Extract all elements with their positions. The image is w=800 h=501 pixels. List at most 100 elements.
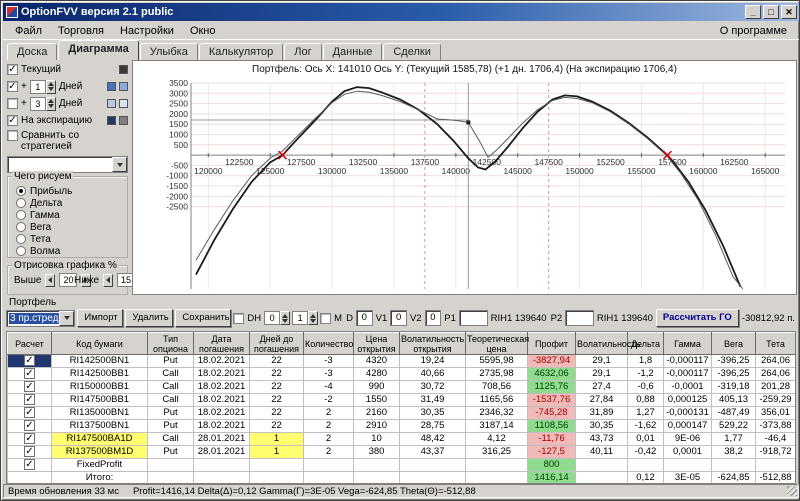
cell-delta[interactable]: -1,62 xyxy=(628,420,664,433)
resize-grip[interactable] xyxy=(787,486,797,496)
cell-vega[interactable]: -487,49 xyxy=(712,407,756,420)
cell-code[interactable]: RI150000BB1 xyxy=(52,381,148,394)
cell-code[interactable]: RI137500BM1D xyxy=(52,446,148,459)
cell-date[interactable] xyxy=(194,472,250,484)
cell-price[interactable]: 4320 xyxy=(354,355,400,368)
cell-vol[interactable]: 29,1 xyxy=(576,355,628,368)
radio-icon[interactable] xyxy=(16,198,26,208)
row-checkbox[interactable]: ✓ xyxy=(24,394,35,405)
cell-profit[interactable]: 1108,56 xyxy=(528,420,576,433)
cell-type[interactable]: Call xyxy=(148,381,194,394)
cell-vol[interactable] xyxy=(576,472,628,484)
spinner-arrows-icon[interactable] xyxy=(46,80,56,94)
cell-code[interactable]: RI147500BA1D xyxy=(52,433,148,446)
row-checkbox[interactable]: ✓ xyxy=(24,355,35,366)
cell-vol[interactable]: 31,89 xyxy=(576,407,628,420)
cell-date[interactable]: 18.02.2021 xyxy=(194,407,250,420)
cell-delta[interactable]: 1,27 xyxy=(628,407,664,420)
cell-type[interactable]: Call xyxy=(148,368,194,381)
cell-qty[interactable]: 2 xyxy=(304,420,354,433)
cell-date[interactable]: 28.01.2021 xyxy=(194,433,250,446)
d-field[interactable]: 0 xyxy=(356,310,373,326)
cell-vol_open[interactable]: 48,42 xyxy=(400,433,466,446)
cell-profit[interactable]: -1537,76 xyxy=(528,394,576,407)
cell-qty[interactable]: 2 xyxy=(304,446,354,459)
cell-profit[interactable]: 1125,76 xyxy=(528,381,576,394)
cell-code[interactable]: RI147500BB1 xyxy=(52,394,148,407)
calc-checkbox-cell[interactable]: ✓ xyxy=(8,368,52,381)
calc-checkbox-cell[interactable]: ✓ xyxy=(8,394,52,407)
spin-left-button[interactable] xyxy=(103,274,113,287)
cell-gamma[interactable]: 0,000125 xyxy=(664,394,712,407)
tab-Данные[interactable]: Данные xyxy=(323,43,383,60)
menu-about[interactable]: О программе xyxy=(712,24,795,38)
cell-vol[interactable]: 30,35 xyxy=(576,420,628,433)
compare-strategy-option[interactable]: Сравнить со стратегией xyxy=(7,130,128,154)
calc-checkbox-cell[interactable]: ✓ xyxy=(8,433,52,446)
cell-theo[interactable] xyxy=(466,459,528,472)
cell-vol_open[interactable] xyxy=(400,459,466,472)
row-checkbox[interactable]: ✓ xyxy=(24,381,35,392)
cell-delta[interactable]: 0,12 xyxy=(628,472,664,484)
row-checkbox[interactable]: ✓ xyxy=(24,446,35,457)
cell-date[interactable]: 18.02.2021 xyxy=(194,355,250,368)
cell-theta[interactable]: -259,29 xyxy=(756,394,796,407)
cell-profit[interactable]: 800 xyxy=(528,459,576,472)
cell-vol[interactable] xyxy=(576,459,628,472)
cell-qty[interactable] xyxy=(304,472,354,484)
tab-Сделки[interactable]: Сделки xyxy=(383,43,441,60)
cell-code[interactable]: RI137500BN1 xyxy=(52,420,148,433)
cell-code[interactable]: RI142500BB1 xyxy=(52,368,148,381)
cell-theo[interactable]: 5595,98 xyxy=(466,355,528,368)
current-checkbox[interactable]: ✓ xyxy=(7,64,18,75)
cell-vega[interactable]: -396,25 xyxy=(712,368,756,381)
cell-date[interactable]: 18.02.2021 xyxy=(194,420,250,433)
cell-vol[interactable]: 43,73 xyxy=(576,433,628,446)
spinner-arrows-icon[interactable] xyxy=(280,311,290,325)
row-checkbox[interactable]: ✓ xyxy=(24,407,35,418)
radio-option-Тета[interactable]: Тета xyxy=(16,233,51,245)
cell-gamma[interactable]: -0,000131 xyxy=(664,407,712,420)
cell-profit[interactable]: 4632,06 xyxy=(528,368,576,381)
cell-qty[interactable]: -3 xyxy=(304,355,354,368)
p2-field[interactable] xyxy=(565,310,594,326)
cell-type[interactable]: Put xyxy=(148,355,194,368)
cell-theo[interactable]: 4,12 xyxy=(466,433,528,446)
spin-left-button[interactable] xyxy=(45,274,55,287)
cell-vega[interactable]: 38,2 xyxy=(712,446,756,459)
cell-days[interactable]: 22 xyxy=(250,394,304,407)
spinner-arrows-icon[interactable] xyxy=(46,97,56,111)
calc-checkbox-cell[interactable]: ✓ xyxy=(8,381,52,394)
cell-theta[interactable] xyxy=(756,459,796,472)
cell-vol_open[interactable]: 43,37 xyxy=(400,446,466,459)
cell-gamma[interactable]: -0,000117 xyxy=(664,368,712,381)
cell-vol[interactable]: 29,1 xyxy=(576,368,628,381)
cell-code[interactable]: FixedProfit xyxy=(52,459,148,472)
cell-qty[interactable]: 2 xyxy=(304,407,354,420)
cell-gamma[interactable]: 0,000147 xyxy=(664,420,712,433)
current-curve-option[interactable]: ✓ Текущий xyxy=(7,62,128,77)
cell-vol_open[interactable]: 30,35 xyxy=(400,407,466,420)
dh-spinner-1[interactable]: 0 xyxy=(264,311,290,325)
cell-profit[interactable]: -11,76 xyxy=(528,433,576,446)
radio-option-Волма[interactable]: Волма xyxy=(16,245,60,257)
cell-price[interactable]: 990 xyxy=(354,381,400,394)
cell-vol[interactable]: 27,4 xyxy=(576,381,628,394)
cell-theo[interactable]: 3187,14 xyxy=(466,420,528,433)
cell-type[interactable]: Call xyxy=(148,433,194,446)
cell-vol_open[interactable]: 30,72 xyxy=(400,381,466,394)
cell-qty[interactable]: -4 xyxy=(304,381,354,394)
cell-vol[interactable]: 40,11 xyxy=(576,446,628,459)
cell-theo[interactable]: 708,56 xyxy=(466,381,528,394)
cell-delta[interactable] xyxy=(628,459,664,472)
cell-gamma[interactable]: 3E-05 xyxy=(664,472,712,484)
cell-profit[interactable]: -3827,94 xyxy=(528,355,576,368)
cell-delta[interactable]: 1,8 xyxy=(628,355,664,368)
v2-field[interactable]: 0 xyxy=(425,310,442,326)
cell-days[interactable]: 22 xyxy=(250,420,304,433)
dh-spinner-2[interactable]: 1 xyxy=(292,311,318,325)
cell-code[interactable]: RI142500BN1 xyxy=(52,355,148,368)
compare-checkbox[interactable] xyxy=(7,130,18,141)
dh-checkbox[interactable] xyxy=(233,313,244,324)
tab-Лог[interactable]: Лог xyxy=(284,43,321,60)
